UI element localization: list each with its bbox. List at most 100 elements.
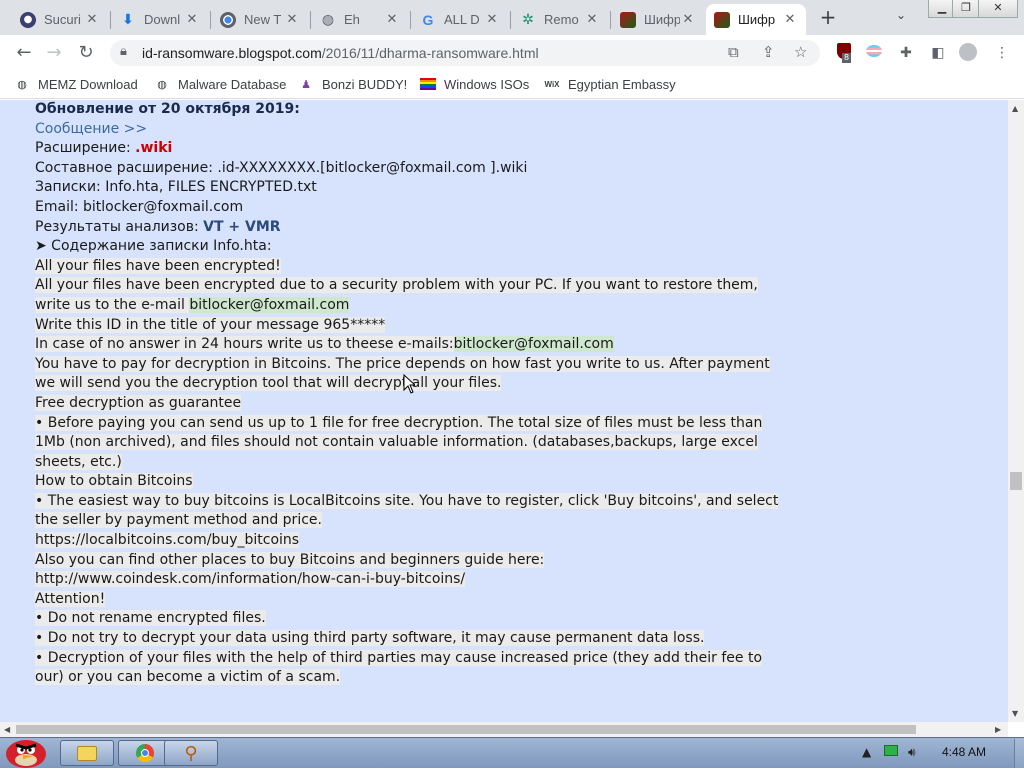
bookmark-windows-isos[interactable]: Windows ISOs	[420, 76, 529, 92]
taskbar-search-button[interactable]: ⚲	[164, 740, 218, 766]
close-icon[interactable]: ✕	[84, 12, 100, 27]
close-icon[interactable]: ✕	[484, 12, 500, 27]
clock[interactable]: 4:48 AM	[942, 745, 986, 759]
horizontal-scroll-thumb[interactable]	[16, 725, 916, 734]
network-icon[interactable]	[884, 745, 898, 759]
note-line: • Decryption of your files with the help…	[35, 649, 795, 669]
scroll-down-arrow-icon[interactable]: ▼	[1012, 709, 1018, 718]
note-line: we will send you the decryption tool tha…	[35, 374, 795, 394]
close-icon[interactable]: ✕	[680, 12, 696, 27]
vertical-scrollbar[interactable]	[1008, 100, 1024, 722]
rainbow-flag-icon	[420, 76, 436, 92]
email-line: Email: bitlocker@foxmail.com	[35, 198, 244, 215]
tab-sucuri[interactable]: ● Sucuri ✕	[12, 4, 108, 35]
note-text: we will send you the decryption tool tha…	[35, 375, 502, 392]
extension-value: .wiki	[135, 140, 173, 157]
new-tab-button[interactable]: +	[816, 6, 840, 30]
message-link[interactable]: Сообщение >>	[35, 120, 795, 140]
ublock-icon[interactable]: 8	[834, 43, 854, 63]
close-icon[interactable]: ✕	[384, 12, 400, 27]
note-line: • Do not try to decrypt your data using …	[35, 629, 795, 649]
note-text: the seller by payment method and price.	[35, 512, 322, 529]
bookmark-egyptian-embassy[interactable]: WiX Egyptian Embassy	[544, 76, 675, 92]
wix-icon: WiX	[544, 79, 560, 89]
notes-line: Записки: Info.hta, FILES ENCRYPTED.txt	[35, 179, 317, 196]
restore-button[interactable]: ❐	[952, 0, 980, 18]
back-button[interactable]: ←	[12, 41, 36, 65]
translate-icon[interactable]: ⧉	[728, 43, 739, 61]
bookmark-star-icon[interactable]: ☆	[794, 43, 807, 61]
globe-icon: ◍	[17, 78, 27, 91]
toolbar: ← → ↻ 🔒︎ id-ransomware.blogspot.com/2016…	[0, 35, 1024, 71]
analysis-links[interactable]: VT + VMR	[203, 219, 280, 235]
taskbar-explorer-button[interactable]	[60, 740, 114, 766]
bookmark-bonzi[interactable]: ♟ Bonzi BUDDY!	[298, 76, 407, 92]
side-panel-icon[interactable]: ◧	[928, 43, 948, 63]
sucuri-icon: ●	[20, 11, 36, 28]
tab-blog-1[interactable]: Шифр ✕	[612, 4, 704, 35]
note-text: • Decryption of your files with the help…	[35, 649, 763, 666]
google-icon: G	[422, 11, 434, 28]
profile-icon[interactable]	[958, 43, 978, 63]
note-email: bitlocker@foxmail.com	[453, 336, 614, 353]
note-line: Free decryption as guarantee	[35, 394, 795, 414]
chevron-down-icon[interactable]: ⌄	[896, 8, 906, 22]
bookmark-memz[interactable]: ◍ MEMZ Download	[14, 76, 138, 92]
tab-separator	[610, 11, 611, 29]
analysis-line: Результаты анализов: VT + VMR	[35, 218, 795, 238]
close-icon[interactable]: ✕	[184, 12, 200, 27]
note-text: our) or you can become a victim of a sca…	[35, 669, 341, 686]
forward-button[interactable]: →	[42, 41, 66, 65]
chrome-icon	[220, 11, 236, 28]
tab-eh[interactable]: ◍ Eh ✕	[312, 4, 408, 35]
bookmark-malware-db[interactable]: ◍ Malware Database	[154, 76, 286, 92]
note-text: 1Mb (non archived), and files should not…	[35, 434, 758, 451]
show-desktop-button[interactable]	[1014, 739, 1024, 768]
volume-icon[interactable]: 🔊︎	[908, 745, 916, 760]
vertical-scroll-thumb[interactable]	[1010, 472, 1022, 490]
reload-button[interactable]: ↻	[74, 41, 98, 65]
tab-google[interactable]: G ALL D ✕	[412, 4, 508, 35]
address-bar[interactable]: 🔒︎ id-ransomware.blogspot.com/2016/11/dh…	[110, 40, 820, 66]
note-url: https://localbitcoins.com/buy_bitcoins	[35, 532, 300, 549]
note-text: Free decryption as guarantee	[35, 394, 242, 411]
note-line: http://www.coindesk.com/information/how-…	[35, 570, 795, 590]
blog-icon	[714, 11, 730, 28]
close-icon[interactable]: ✕	[584, 12, 600, 27]
puzzle-icon[interactable]: ✚	[896, 43, 916, 63]
close-icon[interactable]: ✕	[782, 12, 798, 27]
tab-remove[interactable]: ✲ Remo ✕	[512, 4, 608, 35]
close-icon[interactable]: ✕	[284, 12, 300, 27]
tab-label: Шифр	[644, 12, 680, 27]
note-text: You have to pay for decryption in Bitcoi…	[35, 355, 770, 372]
note-line: 1Mb (non archived), and files should not…	[35, 433, 795, 453]
tab-label: Eh	[344, 12, 360, 27]
window-close-button[interactable]: ✕	[978, 0, 1018, 18]
tab-new-tab[interactable]: New T ✕	[212, 4, 308, 35]
angry-bird-icon	[6, 740, 46, 768]
note-text: • Do not rename encrypted files.	[35, 610, 266, 627]
note-text: write us to the e-mail	[35, 296, 190, 313]
url-path: /2016/11/dharma-ransomware.html	[321, 45, 539, 61]
bookmark-label: MEMZ Download	[38, 76, 138, 92]
scroll-up-arrow-icon[interactable]: ▲	[1012, 104, 1018, 113]
tab-separator	[410, 11, 411, 29]
folder-icon	[77, 745, 97, 761]
note-text: • Before paying you can send us up to 1 …	[35, 414, 763, 431]
menu-icon[interactable]: ⋮	[992, 43, 1012, 63]
note-line: In case of no answer in 24 hours write u…	[35, 335, 795, 355]
note-text: • The easiest way to buy bitcoins is Loc…	[35, 492, 779, 509]
start-button[interactable]	[2, 732, 52, 768]
show-hidden-icons-icon[interactable]: ▲	[862, 745, 871, 759]
share-icon[interactable]: ⇪	[762, 43, 775, 61]
scroll-right-arrow-icon[interactable]: ▶	[995, 725, 1001, 734]
bookmarks-bar: ◍ MEMZ Download ◍ Malware Database ♟ Bonzi …	[0, 71, 1024, 99]
malwarebytes-icon: ✲	[522, 11, 534, 28]
flag-extension-icon[interactable]	[864, 43, 884, 63]
url-text[interactable]: id-ransomware.blogspot.com/2016/11/dharm…	[142, 45, 539, 61]
note-line: • Do not rename encrypted files.	[35, 609, 795, 629]
tab-blog-active[interactable]: Шифр ✕	[706, 4, 806, 35]
tab-download[interactable]: ⬇ Downl ✕	[112, 4, 208, 35]
note-url: http://www.coindesk.com/information/how-…	[35, 571, 466, 588]
lock-icon[interactable]: 🔒︎	[120, 44, 127, 59]
